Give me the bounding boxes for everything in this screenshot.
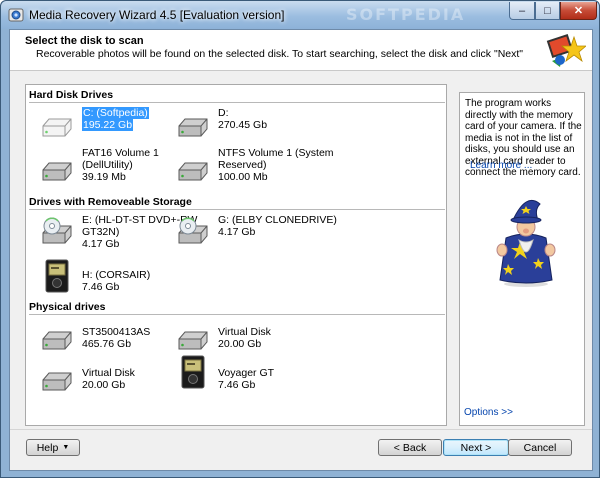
hard-drive-icon <box>178 162 208 181</box>
wizard-mascot-icon <box>496 200 556 287</box>
hard-drive-icon <box>178 118 208 137</box>
media-player-icon <box>45 259 69 293</box>
drive-name: FAT16 Volume 1 (DellUtility) <box>82 147 159 171</box>
drive-size: 195.22 Gb <box>82 119 134 131</box>
footer-divider <box>10 429 592 430</box>
maximize-button[interactable]: □ <box>535 2 560 20</box>
drive-size: 270.45 Gb <box>218 119 268 131</box>
app-icon <box>8 8 24 22</box>
title-bar[interactable]: Media Recovery Wizard 4.5 [Evaluation ve… <box>1 1 599 29</box>
drive-size: 7.46 Gb <box>82 281 120 293</box>
drive-size: 20.00 Gb <box>218 338 262 350</box>
group-divider <box>29 314 445 315</box>
hard-drive-icon <box>42 162 72 181</box>
hard-drive-icon <box>42 118 72 137</box>
app-logo-icon <box>546 34 586 67</box>
drive-item-h[interactable]: H: (CORSAIR) 7.46 Gb <box>40 259 230 295</box>
options-link[interactable]: Options >> <box>464 407 513 418</box>
chevron-down-icon: ▼ <box>62 444 70 451</box>
media-player-icon <box>181 355 205 389</box>
drive-item-d[interactable]: D: 270.45 Gb <box>176 107 366 143</box>
wizard-header: Select the disk to scan Recoverable phot… <box>10 30 592 71</box>
drive-name: D: <box>218 107 229 119</box>
drive-size: 465.76 Gb <box>82 338 132 350</box>
drive-item-g[interactable]: G: (ELBY CLONEDRIVE) 4.17 Gb <box>176 214 366 250</box>
window-title: Media Recovery Wizard 4.5 [Evaluation ve… <box>29 8 285 22</box>
watermark: SOFTPEDIA <box>346 5 466 24</box>
drive-item-ntfs[interactable]: NTFS Volume 1 (System Reserved) 100.00 M… <box>176 147 366 183</box>
drive-name: H: (CORSAIR) <box>82 269 151 281</box>
back-button[interactable]: < Back <box>378 439 442 456</box>
next-button[interactable]: Next > <box>443 439 509 456</box>
drive-size: 7.46 Gb <box>218 379 256 391</box>
drive-name: Virtual Disk <box>218 326 271 338</box>
close-button[interactable]: ✕ <box>560 2 597 20</box>
group-divider <box>29 209 445 210</box>
drive-size: 39.19 Mb <box>82 171 126 183</box>
drive-size: 4.17 Gb <box>82 238 120 250</box>
group-divider <box>29 102 445 103</box>
drive-name: Virtual Disk <box>82 367 135 379</box>
help-button-label: Help <box>36 441 59 454</box>
drive-name: ST3500413AS <box>82 326 151 338</box>
page-title: Select the disk to scan <box>25 35 144 47</box>
page-subtitle: Recoverable photos will be found on the … <box>36 48 524 60</box>
drive-size: 4.17 Gb <box>218 226 256 238</box>
group-title-hard-disk: Hard Disk Drives <box>29 89 114 101</box>
optical-drive-icon <box>42 217 72 244</box>
drive-size: 100.00 Mb <box>218 171 268 183</box>
drive-name: NTFS Volume 1 (System Reserved) <box>218 147 334 171</box>
disk-list-panel: Hard Disk Drives C: (Softpedia) 195.22 G… <box>25 84 447 426</box>
drive-name: C: (Softpedia) <box>82 107 149 119</box>
drive-item-virtual-disk-1[interactable]: Virtual Disk 20.00 Gb <box>176 320 366 356</box>
group-title-physical: Physical drives <box>29 301 106 313</box>
cancel-button[interactable]: Cancel <box>508 439 572 456</box>
optical-drive-icon <box>178 217 208 244</box>
hard-drive-icon <box>178 331 208 350</box>
learn-more-link[interactable]: Learn more ... <box>470 160 532 171</box>
app-window: Media Recovery Wizard 4.5 [Evaluation ve… <box>0 0 600 478</box>
drive-size: 20.00 Gb <box>82 379 126 391</box>
hard-drive-icon <box>42 372 72 391</box>
help-button[interactable]: Help ▼ <box>26 439 80 456</box>
drive-name: G: (ELBY CLONEDRIVE) <box>218 214 337 226</box>
hard-drive-icon <box>42 331 72 350</box>
drive-item-voyager-gt[interactable]: Voyager GT 7.46 Gb <box>176 355 366 391</box>
group-title-removable: Drives with Removeable Storage <box>29 196 192 208</box>
info-panel: The program works directly with the memo… <box>459 92 585 426</box>
wizard-body: Select the disk to scan Recoverable phot… <box>9 29 593 471</box>
minimize-button[interactable]: – <box>509 2 535 20</box>
drive-name: Voyager GT <box>218 367 275 379</box>
